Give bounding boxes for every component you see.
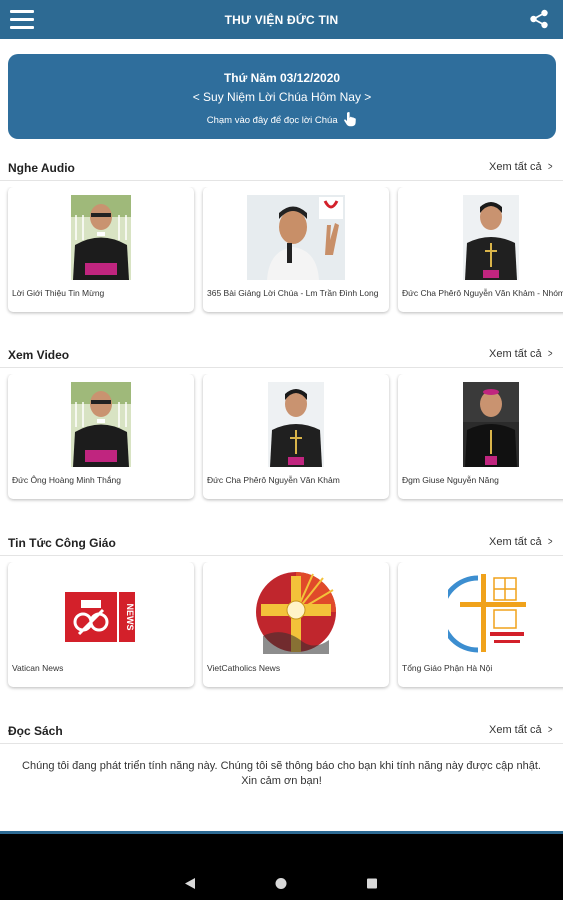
section-books-header: Đọc Sách Xem tất cả >	[0, 721, 563, 741]
recents-square-icon[interactable]	[366, 877, 378, 890]
news-card-1[interactable]: NEWS Vatican News	[8, 562, 194, 687]
audio-card-2[interactable]: 365 Bài Giảng Lời Chúa - Lm Trần Đình Lo…	[203, 187, 389, 312]
section-title: Đọc Sách	[8, 724, 63, 738]
audio-card-1[interactable]: Lời Giới Thiệu Tin Mừng	[8, 187, 194, 312]
see-all-audio-link[interactable]: Xem tất cả >	[489, 161, 553, 173]
priest-photo	[71, 195, 131, 280]
audio-card-3[interactable]: Đức Cha Phêrô Nguyễn Văn Khảm - Nhóm A	[398, 187, 563, 312]
see-all-label: Xem tất cả	[488, 348, 542, 360]
card-caption: VietCatholics News	[207, 663, 281, 673]
app-bar: THƯ VIỆN ĐỨC TIN	[0, 0, 563, 39]
section-title: Xem Video	[8, 348, 70, 362]
card-caption: Đức Cha Phêrô Nguyễn Văn Khảm	[207, 475, 340, 485]
section-news-header: Tin Tức Công Giáo Xem tất cả >	[0, 533, 563, 553]
vatican-news-logo: NEWS	[65, 592, 135, 642]
banner-date: Thứ Năm 03/12/2020	[223, 71, 341, 85]
priest-photo	[268, 382, 324, 467]
vietcatholics-logo	[256, 572, 336, 654]
news-card-2[interactable]: VietCatholics News	[203, 562, 389, 687]
chevron-right-icon: >	[547, 348, 553, 360]
card-caption: Tổng Giáo Phận Hà Nội	[402, 663, 493, 673]
back-triangle-icon[interactable]	[184, 877, 196, 890]
vatican-news-logo-text: NEWS	[125, 604, 135, 631]
pointing-hand-icon	[344, 111, 357, 127]
priest-photo	[71, 382, 131, 467]
video-card-2[interactable]: Đức Cha Phêrô Nguyễn Văn Khảm	[203, 374, 389, 499]
section-divider	[0, 743, 563, 744]
system-navigation-bar	[0, 831, 563, 900]
see-all-label: Xem tất cả	[488, 724, 542, 736]
section-title: Nghe Audio	[8, 161, 75, 175]
app-title: THƯ VIỆN ĐỨC TIN	[224, 12, 339, 27]
video-card-1[interactable]: Đức Ông Hoàng Minh Thắng	[8, 374, 194, 499]
see-all-label: Xem tất cả	[488, 161, 542, 173]
books-coming-soon-message: Chúng tôi đang phát triển tính năng này.…	[22, 760, 541, 787]
card-caption: Đức Cha Phêrô Nguyễn Văn Khảm - Nhóm A	[402, 288, 563, 298]
home-circle-icon[interactable]	[275, 877, 287, 890]
card-caption: Lời Giới Thiệu Tin Mừng	[12, 288, 105, 298]
banner-hint: Chạm vào đây để đọc lời Chúa	[8, 111, 556, 127]
hanoi-archdiocese-logo	[448, 574, 526, 653]
see-all-video-link[interactable]: Xem tất cả >	[489, 348, 553, 360]
share-icon[interactable]	[529, 9, 549, 29]
hamburger-menu-icon[interactable]	[10, 10, 34, 29]
section-title: Tin Tức Công Giáo	[8, 536, 116, 550]
navbar-accent	[0, 831, 563, 834]
card-caption: Vatican News	[12, 663, 64, 673]
chevron-right-icon: >	[547, 536, 553, 548]
chevron-right-icon: >	[547, 161, 553, 173]
banner-hint-text: Chạm vào đây để đọc lời Chúa	[206, 115, 338, 126]
section-divider	[0, 180, 563, 181]
daily-reading-banner[interactable]: Thứ Năm 03/12/2020 < Suy Niệm Lời Chúa H…	[8, 54, 556, 139]
section-divider	[0, 555, 563, 556]
see-all-books-link[interactable]: Xem tất cả >	[489, 724, 553, 736]
video-row: Đức Ông Hoàng Minh Thắng Đức Cha Phêrô N…	[0, 374, 563, 504]
priest-photo	[247, 195, 345, 280]
card-caption: Đgm Giuse Nguyễn Năng	[402, 475, 499, 485]
section-audio-header: Nghe Audio Xem tất cả >	[0, 158, 563, 178]
video-card-3[interactable]: Đgm Giuse Nguyễn Năng	[398, 374, 563, 499]
priest-photo	[463, 382, 519, 467]
audio-row: Lời Giới Thiệu Tin Mừng 365 Bài Giảng Lờ…	[0, 187, 563, 317]
news-row: NEWS Vatican News VietCatholics News Tổn…	[0, 562, 563, 692]
see-all-label: Xem tất cả	[488, 536, 542, 548]
section-video-header: Xem Video Xem tất cả >	[0, 345, 563, 365]
priest-photo	[463, 195, 519, 280]
section-divider	[0, 367, 563, 368]
card-caption: Đức Ông Hoàng Minh Thắng	[12, 475, 122, 485]
see-all-news-link[interactable]: Xem tất cả >	[489, 536, 553, 548]
chevron-right-icon: >	[547, 724, 553, 736]
news-card-3[interactable]: Tổng Giáo Phận Hà Nội	[398, 562, 563, 687]
card-caption: 365 Bài Giảng Lời Chúa - Lm Trần Đình Lo…	[207, 288, 379, 298]
banner-reading-title: < Suy Niệm Lời Chúa Hôm Nay >	[192, 90, 372, 104]
